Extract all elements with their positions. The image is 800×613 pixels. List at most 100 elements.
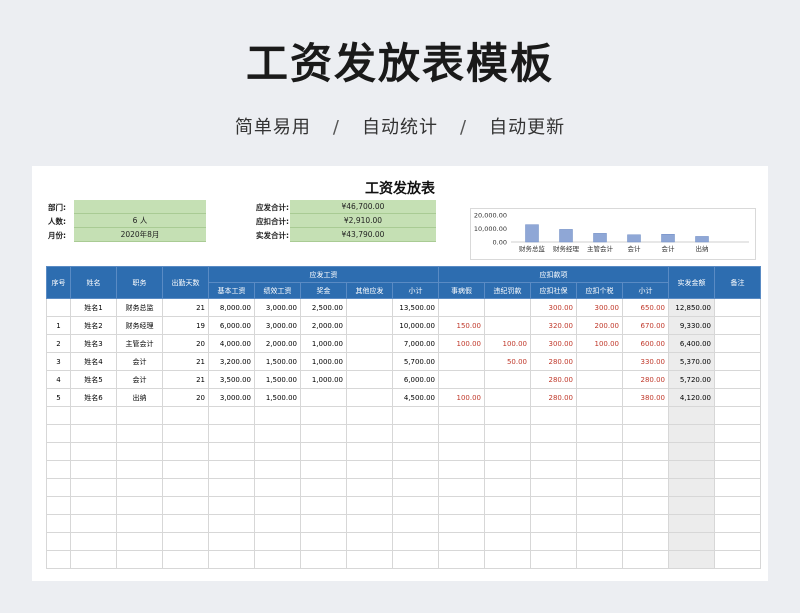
empty-cell[interactable]: [162, 532, 209, 551]
empty-cell[interactable]: [300, 550, 347, 569]
cell-name[interactable]: 姓名2: [70, 316, 117, 335]
empty-cell[interactable]: [162, 460, 209, 479]
empty-cell[interactable]: [116, 532, 163, 551]
empty-cell[interactable]: [300, 424, 347, 443]
cell-social[interactable]: 300.00: [530, 298, 577, 317]
empty-cell[interactable]: [714, 406, 761, 425]
empty-cell[interactable]: [530, 406, 577, 425]
empty-cell[interactable]: [714, 442, 761, 461]
cell-social[interactable]: 300.00: [530, 334, 577, 353]
cell-other[interactable]: [346, 388, 393, 407]
cell-other[interactable]: [346, 352, 393, 371]
cell-base[interactable]: 3,000.00: [208, 388, 255, 407]
empty-cell[interactable]: [668, 406, 715, 425]
empty-cell[interactable]: [576, 424, 623, 443]
empty-cell[interactable]: [392, 478, 439, 497]
empty-cell[interactable]: [530, 442, 577, 461]
cell-net[interactable]: 4,120.00: [668, 388, 715, 407]
empty-cell[interactable]: [622, 514, 669, 533]
empty-cell[interactable]: [530, 496, 577, 515]
empty-cell[interactable]: [162, 478, 209, 497]
empty-cell[interactable]: [254, 514, 301, 533]
empty-cell[interactable]: [300, 442, 347, 461]
empty-cell[interactable]: [208, 514, 255, 533]
empty-cell[interactable]: [346, 460, 393, 479]
empty-cell[interactable]: [576, 550, 623, 569]
cell-fine[interactable]: 100.00: [484, 334, 531, 353]
cell-other[interactable]: [346, 298, 393, 317]
cell-sick[interactable]: [438, 298, 485, 317]
cell-tax[interactable]: [576, 352, 623, 371]
empty-cell[interactable]: [530, 532, 577, 551]
empty-cell[interactable]: [254, 424, 301, 443]
empty-cell[interactable]: [300, 532, 347, 551]
empty-cell[interactable]: [484, 442, 531, 461]
empty-cell[interactable]: [208, 406, 255, 425]
empty-cell[interactable]: [300, 514, 347, 533]
cell-position[interactable]: 主管会计: [116, 334, 163, 353]
empty-cell[interactable]: [208, 550, 255, 569]
cell-days[interactable]: 21: [162, 370, 209, 389]
empty-cell[interactable]: [714, 532, 761, 551]
empty-cell[interactable]: [70, 514, 117, 533]
cell-sick[interactable]: 100.00: [438, 388, 485, 407]
cell-sub1[interactable]: 7,000.00: [392, 334, 439, 353]
cell-name[interactable]: 姓名5: [70, 370, 117, 389]
cell-days[interactable]: 21: [162, 298, 209, 317]
empty-cell[interactable]: [346, 424, 393, 443]
empty-cell[interactable]: [392, 442, 439, 461]
empty-cell[interactable]: [714, 514, 761, 533]
empty-cell[interactable]: [714, 424, 761, 443]
empty-cell[interactable]: [484, 406, 531, 425]
empty-cell[interactable]: [668, 424, 715, 443]
cell-seq[interactable]: 1: [46, 316, 71, 335]
empty-cell[interactable]: [346, 496, 393, 515]
empty-cell[interactable]: [300, 406, 347, 425]
empty-cell[interactable]: [208, 424, 255, 443]
cell-note[interactable]: [714, 316, 761, 335]
empty-cell[interactable]: [70, 532, 117, 551]
cell-sub1[interactable]: 10,000.00: [392, 316, 439, 335]
empty-cell[interactable]: [668, 460, 715, 479]
cell-sick[interactable]: [438, 370, 485, 389]
cell-perf[interactable]: 3,000.00: [254, 298, 301, 317]
empty-cell[interactable]: [438, 406, 485, 425]
cell-social[interactable]: 280.00: [530, 388, 577, 407]
cell-sub2[interactable]: 600.00: [622, 334, 669, 353]
empty-cell[interactable]: [622, 496, 669, 515]
cell-sub1[interactable]: 5,700.00: [392, 352, 439, 371]
cell-sick[interactable]: 100.00: [438, 334, 485, 353]
empty-cell[interactable]: [714, 550, 761, 569]
empty-cell[interactable]: [70, 478, 117, 497]
cell-sub2[interactable]: 670.00: [622, 316, 669, 335]
empty-cell[interactable]: [300, 460, 347, 479]
cell-position[interactable]: 财务经理: [116, 316, 163, 335]
empty-cell[interactable]: [668, 532, 715, 551]
empty-cell[interactable]: [70, 424, 117, 443]
cell-fine[interactable]: [484, 370, 531, 389]
empty-cell[interactable]: [208, 496, 255, 515]
cell-tax[interactable]: [576, 388, 623, 407]
empty-cell[interactable]: [346, 442, 393, 461]
cell-tax[interactable]: [576, 370, 623, 389]
cell-position[interactable]: 财务总监: [116, 298, 163, 317]
empty-cell[interactable]: [70, 550, 117, 569]
empty-cell[interactable]: [530, 424, 577, 443]
empty-cell[interactable]: [622, 550, 669, 569]
empty-cell[interactable]: [622, 460, 669, 479]
cell-seq[interactable]: 3: [46, 352, 71, 371]
empty-cell[interactable]: [668, 496, 715, 515]
empty-cell[interactable]: [254, 532, 301, 551]
empty-cell[interactable]: [622, 442, 669, 461]
empty-cell[interactable]: [714, 460, 761, 479]
empty-cell[interactable]: [438, 550, 485, 569]
cell-tax[interactable]: 300.00: [576, 298, 623, 317]
empty-cell[interactable]: [46, 442, 71, 461]
empty-cell[interactable]: [622, 478, 669, 497]
cell-days[interactable]: 20: [162, 388, 209, 407]
cell-base[interactable]: 3,500.00: [208, 370, 255, 389]
cell-position[interactable]: 会计: [116, 370, 163, 389]
empty-cell[interactable]: [46, 424, 71, 443]
empty-cell[interactable]: [484, 478, 531, 497]
empty-cell[interactable]: [116, 514, 163, 533]
